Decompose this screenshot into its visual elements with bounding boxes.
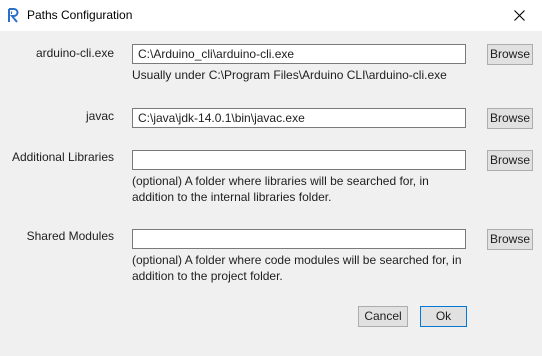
shared-modules-input[interactable] (132, 229, 466, 249)
title-bar[interactable]: Paths Configuration (0, 0, 542, 31)
ok-button[interactable]: Ok (420, 306, 467, 327)
arduino-cli-hint: Usually under C:\Program Files\Arduino C… (132, 68, 447, 82)
shared-modules-hint-line2: addition to the project folder. (132, 269, 283, 283)
additional-libraries-hint-line1: (optional) A folder where libraries will… (132, 174, 429, 188)
javac-label: javac (85, 109, 114, 123)
paths-configuration-dialog: Paths Configuration arduino-cli.exe Brow… (0, 0, 542, 356)
additional-libraries-browse-button[interactable]: Browse (487, 150, 533, 171)
javac-browse-button[interactable]: Browse (487, 108, 533, 129)
rider-logo-icon (8, 8, 19, 23)
window-title: Paths Configuration (27, 8, 133, 22)
arduino-cli-path-input[interactable] (132, 44, 466, 64)
arduino-cli-label: arduino-cli.exe (35, 46, 114, 60)
javac-path-input[interactable] (132, 108, 466, 128)
additional-libraries-input[interactable] (132, 150, 466, 170)
arduino-cli-browse-button[interactable]: Browse (487, 44, 533, 65)
additional-libraries-hint-line2: addition to the internal libraries folde… (132, 190, 332, 204)
shared-modules-browse-button[interactable]: Browse (487, 229, 533, 250)
cancel-button[interactable]: Cancel (358, 306, 408, 327)
close-icon (513, 10, 525, 21)
shared-modules-hint-line1: (optional) A folder where code modules w… (132, 253, 462, 267)
additional-libraries-label: Additional Libraries (11, 150, 114, 164)
shared-modules-label: Shared Modules (26, 229, 114, 243)
close-button[interactable] (496, 0, 542, 31)
